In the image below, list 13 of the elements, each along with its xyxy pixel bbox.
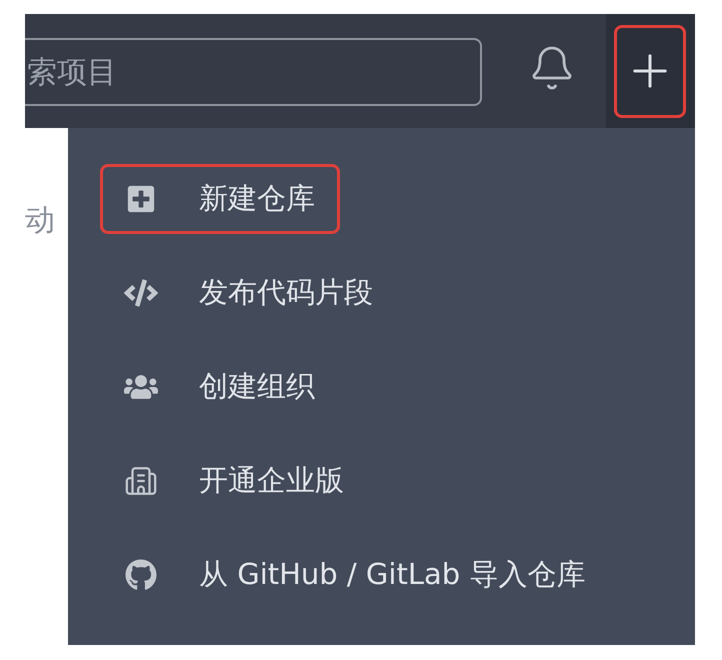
menu-item-label: 从 GitHub / GitLab 导入仓库 [199,556,586,592]
github-icon [125,558,157,590]
menu-item[interactable]: 开通企业版 [100,446,369,516]
search-field[interactable]: 索项目 [25,38,482,106]
menu-item[interactable]: 新建仓库 [100,164,340,234]
menu-item[interactable]: 从 GitHub / GitLab 导入仓库 [100,540,610,610]
menu-item-label: 发布代码片段 [199,274,373,310]
menu-item[interactable]: 发布代码片段 [100,258,398,328]
menu-item[interactable]: 创建组织 [100,352,340,422]
menu-item-label: 新建仓库 [199,180,315,216]
menu-item-label: 创建组织 [199,368,315,404]
add-button[interactable] [614,24,686,118]
menu-item-label: 开通企业版 [199,462,344,498]
